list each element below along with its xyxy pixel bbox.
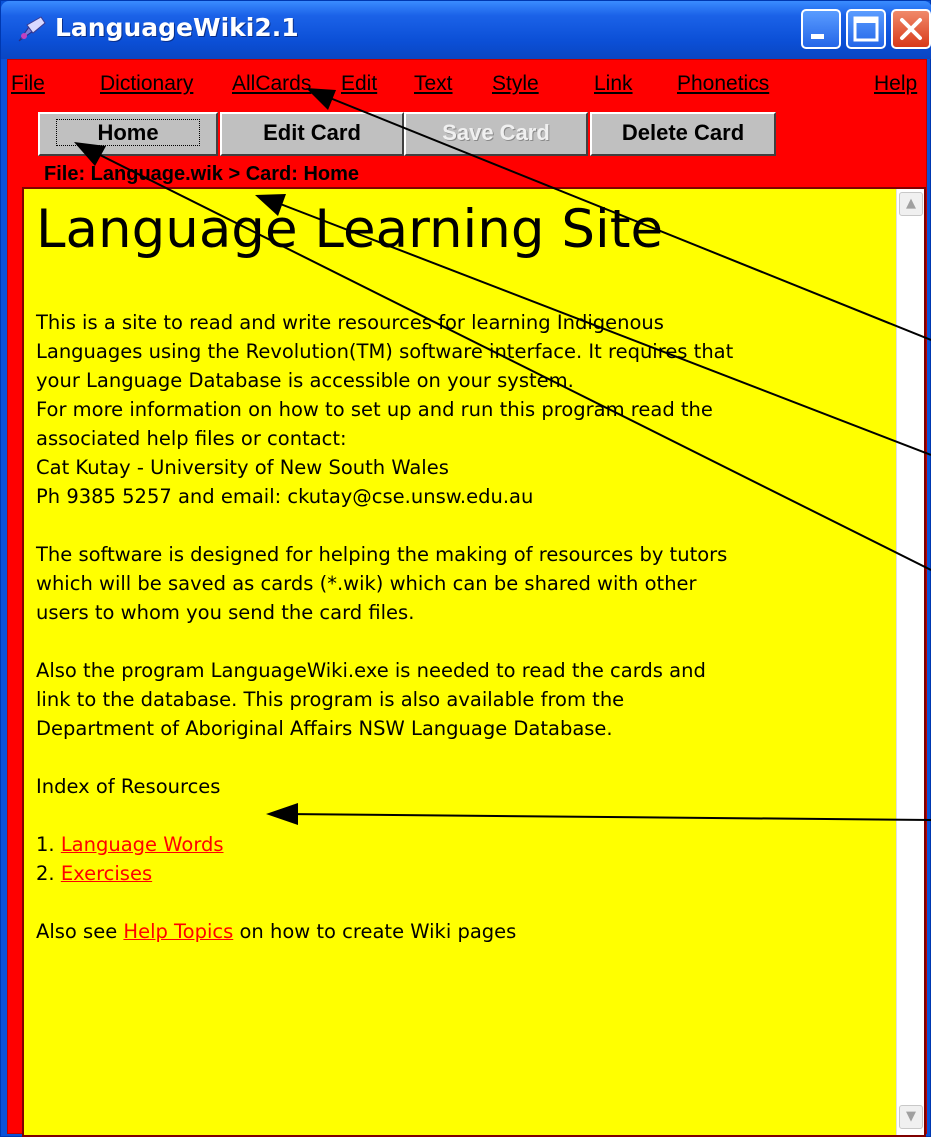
app-window: LanguageWiki2.1 File Dictionary AllCards… (0, 0, 931, 1137)
body-text-line: Cat Kutay - University of New South Wale… (36, 456, 449, 479)
client-area: File Dictionary AllCards Edit Text Style… (7, 59, 927, 1137)
index-number: 2. (36, 862, 55, 885)
title-bar[interactable]: LanguageWiki2.1 (1, 1, 931, 59)
menu-text[interactable]: Text (414, 72, 453, 96)
menu-link[interactable]: Link (594, 72, 633, 96)
body-text-line: This is a site to read and write resourc… (36, 311, 664, 334)
also-see-line: Also see Help Topics on how to create Wi… (36, 920, 516, 943)
delete-card-button[interactable]: Delete Card (590, 112, 776, 156)
help-topics-link[interactable]: Help Topics (123, 920, 233, 943)
body-text-line: link to the database. This program is al… (36, 688, 625, 711)
app-icon (18, 16, 46, 42)
menu-edit[interactable]: Edit (341, 72, 377, 96)
body-text-line: which will be saved as cards (*.wik) whi… (36, 572, 697, 595)
breadcrumb: File: Language.wik > Card: Home (44, 163, 360, 185)
scroll-up-button[interactable]: ▲ (899, 192, 923, 216)
minimize-button[interactable] (801, 9, 841, 49)
save-card-button-label: Save Card (442, 120, 550, 145)
card-frame: Language Learning Site This is a site to… (22, 187, 926, 1137)
menu-allcards[interactable]: AllCards (232, 72, 311, 96)
window-title: LanguageWiki2.1 (55, 13, 299, 42)
body-text-line: The software is designed for helping the… (36, 543, 728, 566)
scroll-down-button[interactable]: ▼ (899, 1105, 923, 1129)
menu-phonetics[interactable]: Phonetics (677, 72, 769, 96)
language-words-link[interactable]: Language Words (61, 833, 224, 856)
body-text-line: Languages using the Revolution(TM) softw… (36, 340, 734, 363)
index-item: 1. Language Words (36, 833, 224, 856)
body-text-line: Department of Aboriginal Affairs NSW Lan… (36, 717, 613, 740)
scroll-down-arrow-icon: ▼ (906, 1109, 916, 1124)
vertical-scrollbar[interactable]: ▲ ▼ (896, 189, 924, 1135)
home-button[interactable]: Home (38, 112, 218, 156)
maximize-button[interactable] (846, 9, 886, 49)
body-text-line: users to whom you send the card files. (36, 601, 415, 624)
menu-style[interactable]: Style (492, 72, 539, 96)
also-see-prefix: Also see (36, 920, 118, 943)
body-text-line: Ph 9385 5257 and email: ckutay@cse.unsw.… (36, 485, 534, 508)
menu-help[interactable]: Help (874, 72, 917, 96)
menu-bar: File Dictionary AllCards Edit Text Style… (8, 66, 926, 106)
minimize-icon (811, 34, 824, 39)
body-text-line: associated help files or contact: (36, 427, 347, 450)
menu-dictionary[interactable]: Dictionary (100, 72, 193, 96)
scroll-up-arrow-icon: ▲ (906, 196, 916, 211)
body-text-line: your Language Database is accessible on … (36, 369, 574, 392)
also-see-suffix: on how to create Wiki pages (239, 920, 517, 943)
body-text-line: For more information on how to set up an… (36, 398, 713, 421)
close-icon (900, 18, 922, 40)
exercises-link[interactable]: Exercises (61, 862, 152, 885)
index-item: 2. Exercises (36, 862, 152, 885)
index-number: 1. (36, 833, 55, 856)
body-text-line: Also the program LanguageWiki.exe is nee… (36, 659, 706, 682)
maximize-icon (853, 16, 879, 42)
home-button-label: Home (56, 119, 200, 146)
delete-card-button-label: Delete Card (621, 120, 745, 145)
close-button[interactable] (891, 9, 931, 49)
save-card-button: Save Card (404, 112, 588, 156)
edit-card-button-label: Edit Card (263, 120, 361, 145)
card-content: Language Learning Site This is a site to… (24, 189, 896, 1135)
menu-file[interactable]: File (11, 72, 45, 96)
edit-card-button[interactable]: Edit Card (220, 112, 404, 156)
page-title: Language Learning Site (36, 199, 664, 260)
index-heading: Index of Resources (36, 775, 221, 798)
